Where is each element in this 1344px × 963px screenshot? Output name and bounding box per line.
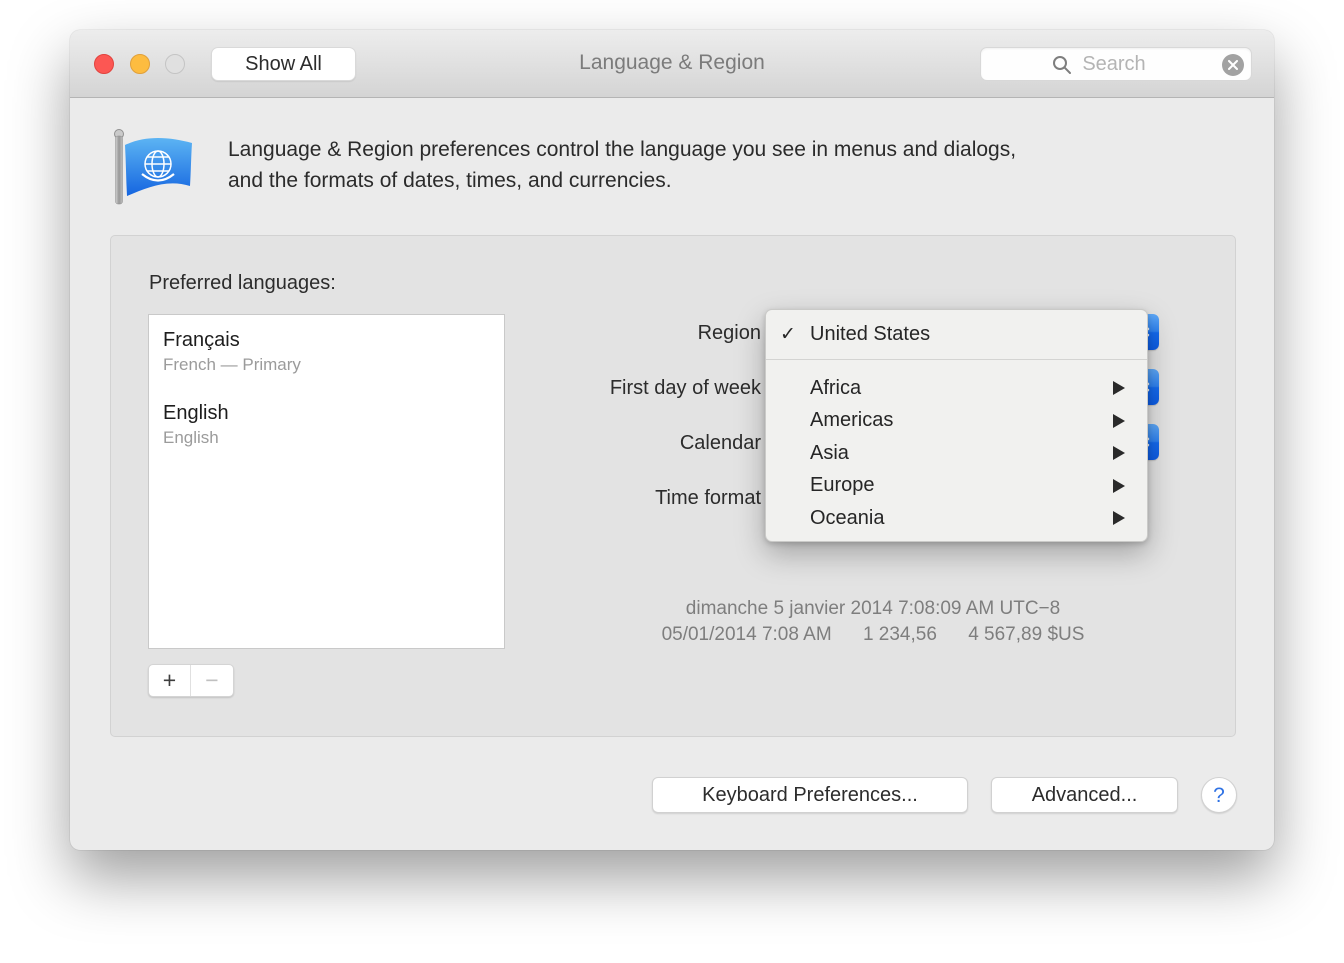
search-input[interactable] bbox=[1011, 48, 1217, 80]
preview-number: 1 234,56 bbox=[863, 622, 937, 648]
menu-item-europe[interactable]: Europe bbox=[766, 470, 1147, 503]
checkmark-icon: ✓ bbox=[766, 323, 810, 346]
description-line-1: Language & Region preferences control th… bbox=[228, 134, 1208, 165]
time-format-label: Time format bbox=[111, 486, 761, 510]
description-line-2: and the formats of dates, times, and cur… bbox=[228, 165, 1208, 196]
preview-date-line: dimanche 5 janvier 2014 7:08:09 AM UTC−8 bbox=[493, 596, 1253, 622]
preferences-window: Show All Language & Region bbox=[70, 30, 1274, 850]
submenu-arrow-icon bbox=[1113, 381, 1125, 395]
preview-formats-line: 05/01/2014 7:08 AM 1 234,56 4 567,89 $US bbox=[493, 622, 1253, 648]
menu-item-label: United States bbox=[810, 323, 930, 346]
language-name: English bbox=[163, 401, 490, 425]
keyboard-preferences-button[interactable]: Keyboard Preferences... bbox=[652, 777, 968, 813]
un-flag-icon bbox=[110, 126, 196, 213]
submenu-arrow-icon bbox=[1113, 511, 1125, 525]
add-remove-control: + − bbox=[148, 664, 234, 697]
menu-item-asia[interactable]: Asia bbox=[766, 437, 1147, 470]
settings-panel: Preferred languages: Français French — P… bbox=[110, 235, 1236, 737]
menu-item-africa[interactable]: Africa bbox=[766, 372, 1147, 405]
preview-currency: 4 567,89 $US bbox=[968, 622, 1084, 648]
search-field[interactable] bbox=[980, 47, 1252, 81]
menu-item-united-states[interactable]: ✓ United States bbox=[766, 310, 1147, 359]
format-preview: dimanche 5 janvier 2014 7:08:09 AM UTC−8… bbox=[493, 596, 1253, 648]
clear-search-icon[interactable] bbox=[1222, 54, 1244, 76]
menu-item-oceania[interactable]: Oceania bbox=[766, 502, 1147, 535]
menu-items: Africa Americas Asia Europe bbox=[766, 360, 1147, 535]
add-language-button[interactable]: + bbox=[149, 665, 191, 696]
remove-language-button: − bbox=[191, 665, 233, 696]
calendar-label: Calendar bbox=[111, 431, 761, 455]
submenu-arrow-icon bbox=[1113, 479, 1125, 493]
submenu-arrow-icon bbox=[1113, 414, 1125, 428]
preview-short-date: 05/01/2014 7:08 AM bbox=[662, 622, 832, 648]
region-dropdown-menu: ✓ United States Africa Americas Asia bbox=[765, 309, 1148, 542]
preferred-languages-label: Preferred languages: bbox=[149, 272, 336, 295]
first-day-of-week-label: First day of week bbox=[111, 376, 761, 400]
preferred-languages-list[interactable]: Français French — Primary English Englis… bbox=[148, 314, 505, 649]
title-bar: Show All Language & Region bbox=[70, 30, 1274, 98]
pane-description: Language & Region preferences control th… bbox=[228, 134, 1208, 196]
advanced-button[interactable]: Advanced... bbox=[991, 777, 1178, 813]
language-detail: French — Primary bbox=[163, 354, 490, 375]
submenu-arrow-icon bbox=[1113, 446, 1125, 460]
content-area: Language & Region preferences control th… bbox=[70, 98, 1274, 850]
menu-item-americas[interactable]: Americas bbox=[766, 405, 1147, 438]
help-button[interactable]: ? bbox=[1201, 777, 1237, 813]
region-label: Region bbox=[111, 321, 761, 345]
